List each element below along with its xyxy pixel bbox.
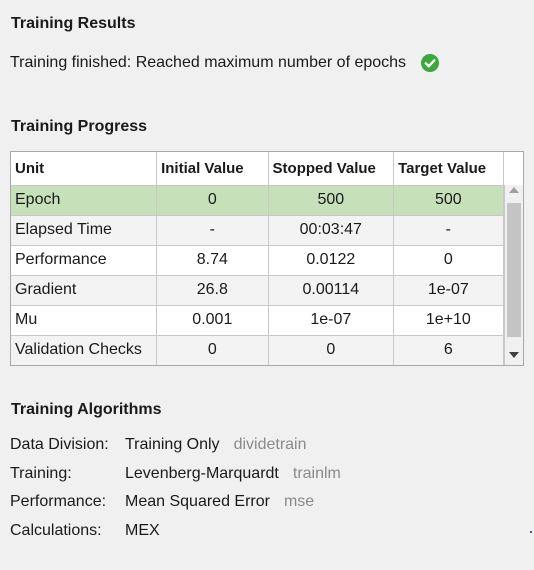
training-algorithms-title: Training Algorithms bbox=[11, 401, 162, 418]
table-cell-target: 6 bbox=[393, 335, 504, 365]
table-cell-stopped: 0.0122 bbox=[268, 245, 395, 276]
table-row-elapsed-time[interactable]: Elapsed Time - 00:03:47 - bbox=[11, 215, 523, 246]
edge-marker bbox=[530, 531, 532, 533]
column-header-stopped-value[interactable]: Stopped Value bbox=[268, 152, 395, 186]
table-cell-unit: Mu bbox=[11, 305, 158, 336]
algorithm-function: trainlm bbox=[292, 465, 341, 482]
algorithm-value: MEX bbox=[125, 522, 160, 539]
algorithm-value-group: Mean Squared Error mse bbox=[125, 493, 314, 511]
table-cell-target: - bbox=[393, 215, 504, 246]
column-header-initial-value[interactable]: Initial Value bbox=[156, 152, 269, 186]
table-cell-target: 0 bbox=[393, 245, 504, 276]
table-cell-stopped: 00:03:47 bbox=[268, 215, 395, 246]
table-cell-stopped: 1e-07 bbox=[268, 305, 395, 336]
table-row-mu[interactable]: Mu 0.001 1e-07 1e+10 bbox=[11, 305, 523, 336]
training-results-title: Training Results bbox=[11, 15, 136, 32]
table-header-row: Unit Initial Value Stopped Value Target … bbox=[11, 152, 523, 186]
table-row-gradient[interactable]: Gradient 26.8 0.00114 1e-07 bbox=[11, 275, 523, 306]
algorithm-function: dividetrain bbox=[233, 436, 307, 453]
training-status: Training finished: Reached maximum numbe… bbox=[10, 54, 440, 72]
algorithm-label: Calculations: bbox=[10, 522, 102, 539]
table-cell-target: 1e+10 bbox=[393, 305, 504, 336]
algorithm-value: Levenberg-Marquardt bbox=[125, 465, 279, 482]
table-row-epoch[interactable]: Epoch 0 500 500 bbox=[11, 185, 523, 216]
table-cell-unit: Elapsed Time bbox=[11, 215, 158, 246]
column-header-target-value[interactable]: Target Value bbox=[393, 152, 504, 186]
table-row-performance[interactable]: Performance 8.74 0.0122 0 bbox=[11, 245, 523, 276]
column-header-filler bbox=[503, 152, 523, 186]
algorithm-value-group: Training Only dividetrain bbox=[125, 436, 307, 454]
table-cell-stopped: 500 bbox=[268, 185, 395, 216]
status-text: Training finished: Reached maximum numbe… bbox=[10, 54, 407, 71]
table-cell-unit: Epoch bbox=[11, 185, 158, 216]
table-scrollbar[interactable] bbox=[504, 185, 523, 365]
algorithm-function: mse bbox=[283, 493, 315, 510]
table-cell-stopped: 0.00114 bbox=[268, 275, 395, 306]
table-cell-target: 500 bbox=[393, 185, 504, 216]
table-cell-stopped: 0 bbox=[268, 335, 395, 365]
scroll-up-arrow-icon[interactable] bbox=[509, 187, 519, 193]
scroll-down-arrow-icon[interactable] bbox=[509, 352, 519, 358]
table-cell-initial: 8.74 bbox=[156, 245, 269, 276]
table-cell-target: 1e-07 bbox=[393, 275, 504, 306]
table-cell-initial: 0.001 bbox=[156, 305, 269, 336]
table-cell-initial: 0 bbox=[156, 335, 269, 365]
training-progress-table: Unit Initial Value Stopped Value Target … bbox=[10, 151, 524, 366]
algorithm-value-group: Levenberg-Marquardt trainlm bbox=[125, 465, 341, 483]
algorithm-value: Mean Squared Error bbox=[125, 493, 270, 510]
algorithm-label: Training: bbox=[10, 465, 72, 482]
algorithm-value: Training Only bbox=[125, 436, 220, 453]
table-cell-unit: Gradient bbox=[11, 275, 158, 306]
training-progress-title: Training Progress bbox=[11, 118, 148, 135]
table-row-validation-checks[interactable]: Validation Checks 0 0 6 bbox=[11, 335, 523, 365]
algorithm-value-group: MEX bbox=[125, 522, 160, 540]
table-cell-initial: 26.8 bbox=[156, 275, 269, 306]
table-cell-unit: Performance bbox=[11, 245, 158, 276]
column-header-unit[interactable]: Unit bbox=[11, 152, 158, 186]
table-cell-initial: 0 bbox=[156, 185, 269, 216]
algorithm-label: Data Division: bbox=[10, 436, 109, 453]
table-cell-unit: Validation Checks bbox=[11, 335, 158, 365]
table-cell-initial: - bbox=[156, 215, 269, 246]
scroll-thumb[interactable] bbox=[507, 203, 521, 337]
algorithm-label: Performance: bbox=[10, 493, 107, 510]
check-circle-icon bbox=[421, 54, 440, 72]
